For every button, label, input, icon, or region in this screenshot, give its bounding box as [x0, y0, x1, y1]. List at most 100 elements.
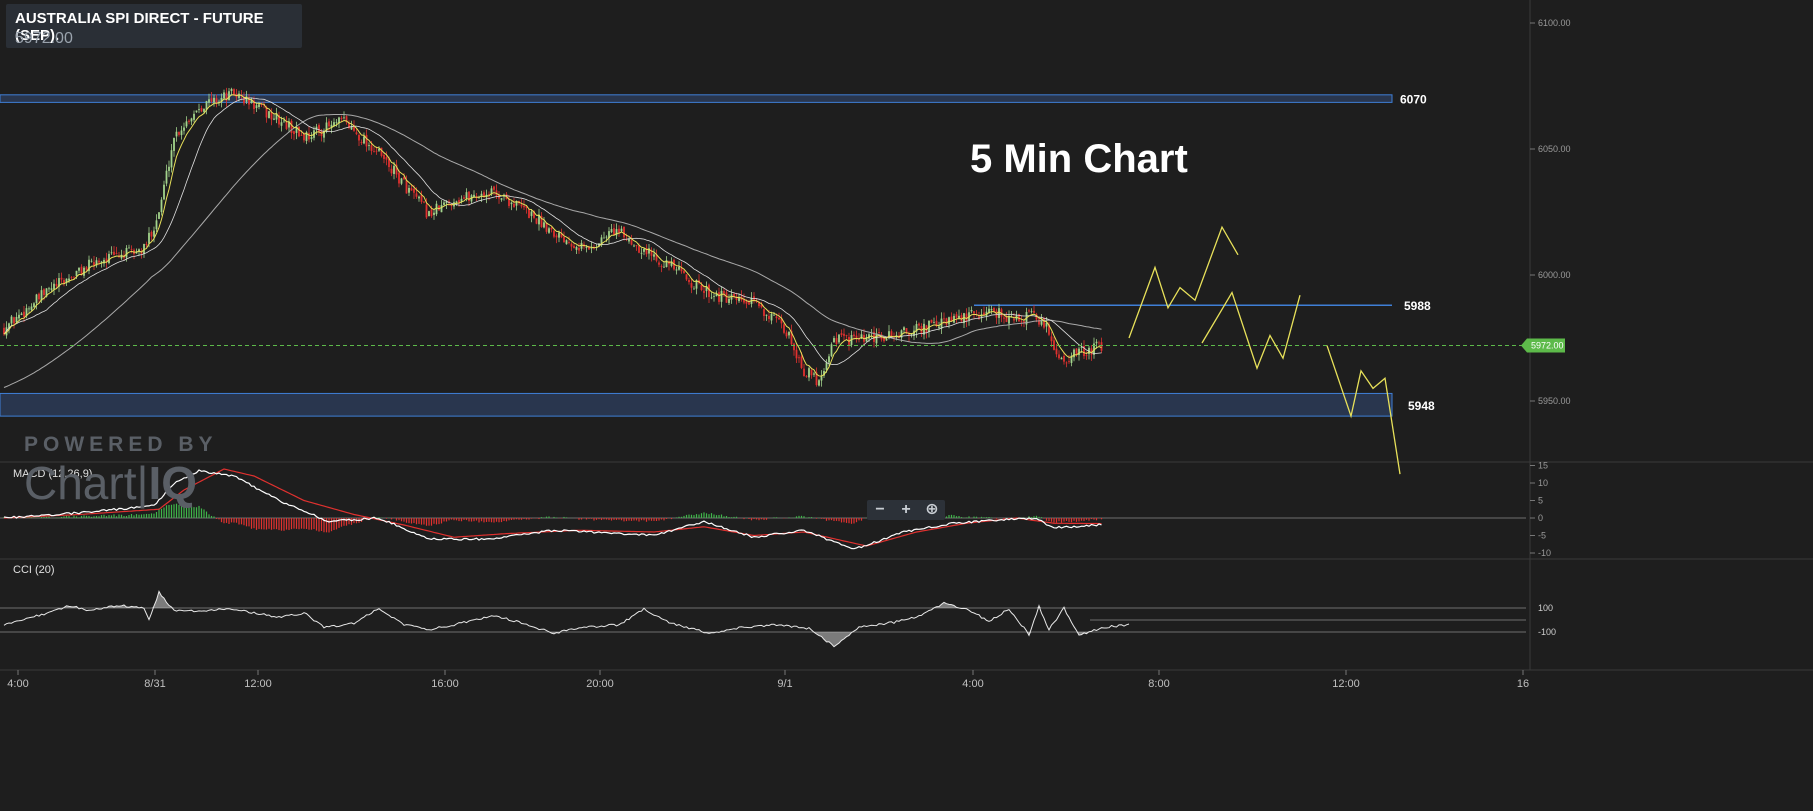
x-tick-label: 4:00 [962, 678, 983, 690]
candle-body [818, 380, 820, 386]
candle-body [15, 316, 18, 323]
candle-body [828, 356, 830, 363]
candle-body [623, 226, 625, 238]
candle-body [833, 338, 835, 343]
candle-body [628, 239, 630, 242]
chart-svg: 6100.00 6050.00 6000.00 5950.00 6070 5988 5948… [0, 0, 1813, 690]
candle-body [430, 209, 433, 217]
candle-body [420, 195, 423, 202]
candle-body [905, 328, 908, 333]
candle-body [423, 201, 425, 203]
candle-body [765, 314, 768, 316]
level-zone [0, 392, 1393, 417]
candle-body [1003, 317, 1005, 319]
candle-body [130, 248, 133, 250]
candle-body [150, 231, 153, 237]
candle-body [115, 253, 118, 254]
candle-body [955, 314, 958, 318]
candle-body [1098, 342, 1100, 344]
candle-body [660, 266, 663, 267]
candle-body [835, 338, 838, 345]
candle-body [285, 122, 288, 129]
candle-body [230, 88, 233, 92]
candle-body [270, 112, 273, 120]
candle-body [1020, 321, 1023, 323]
candle-body [688, 280, 690, 283]
candle-body [43, 289, 45, 296]
candle-body [78, 267, 80, 271]
candle-body [520, 204, 523, 207]
candle-body [20, 313, 23, 316]
candle-body [798, 357, 800, 359]
candle-body [343, 117, 345, 119]
candle-body [410, 188, 413, 191]
candle-body [53, 283, 55, 290]
ema-fast-line [3, 94, 1102, 377]
candle-body [788, 332, 790, 336]
candle-body [723, 291, 725, 294]
candle-body [23, 311, 25, 318]
candle-body [843, 333, 845, 336]
zoom-reset-icon[interactable]: ⊕ [921, 500, 943, 520]
candle-body [183, 127, 185, 131]
candle-body [638, 245, 640, 253]
candle-body [178, 131, 180, 135]
candle-body [578, 247, 580, 251]
candle-body [378, 148, 380, 151]
candle-body [365, 134, 368, 147]
candle-body [55, 283, 58, 287]
candle-body [38, 293, 40, 300]
candle-body [1073, 349, 1075, 358]
candle-body [585, 247, 588, 248]
zoom-in-button[interactable]: + [895, 500, 917, 520]
candle-body [50, 288, 53, 290]
candle-body [683, 270, 685, 274]
candle-body [725, 292, 728, 303]
candle-body [800, 356, 803, 368]
candle-body [463, 197, 465, 199]
y-tick-label: 5950.00 [1538, 396, 1571, 406]
candle-body [643, 248, 645, 252]
candle-body [553, 230, 555, 237]
candle-body [775, 316, 778, 319]
macd-y-tick-label: 10 [1538, 478, 1548, 488]
candle-body [158, 212, 160, 219]
x-tick-label: 12:00 [244, 678, 272, 690]
candle-body [718, 292, 720, 302]
candle-body [555, 235, 558, 238]
zoom-out-button[interactable]: − [869, 500, 891, 520]
macd-y-tick-label: 5 [1538, 496, 1543, 506]
candle-body [710, 297, 713, 299]
cci-title: CCI (20) [13, 564, 55, 576]
candle-body [93, 262, 95, 266]
candle-body [360, 142, 363, 144]
candle-body [228, 91, 230, 101]
candle-body [1013, 318, 1015, 321]
candle-body [280, 122, 283, 126]
candle-body [375, 150, 378, 152]
candle-body [318, 124, 320, 132]
candle-body [433, 212, 435, 215]
candle-body [1060, 357, 1063, 360]
candle-body [188, 120, 190, 122]
x-tick-label: 8/31 [144, 678, 165, 690]
candle-body [83, 267, 85, 276]
level-label: 5948 [1408, 399, 1435, 413]
candle-body [838, 334, 840, 343]
candle-body [1055, 348, 1058, 355]
candle-body [763, 309, 765, 317]
candle-body [440, 205, 443, 213]
candle-body [700, 284, 703, 291]
candle-body [728, 298, 730, 303]
candle-body [308, 132, 310, 140]
projection-path [1201, 291, 1301, 371]
candle-body [398, 172, 400, 184]
candle-body [215, 98, 218, 104]
candle-body [415, 193, 418, 197]
candle-body [1100, 342, 1103, 351]
candle-body [663, 266, 665, 268]
candle-body [28, 308, 30, 310]
candle-body [393, 165, 395, 174]
candle-body [213, 97, 215, 103]
candle-body [1068, 361, 1070, 362]
